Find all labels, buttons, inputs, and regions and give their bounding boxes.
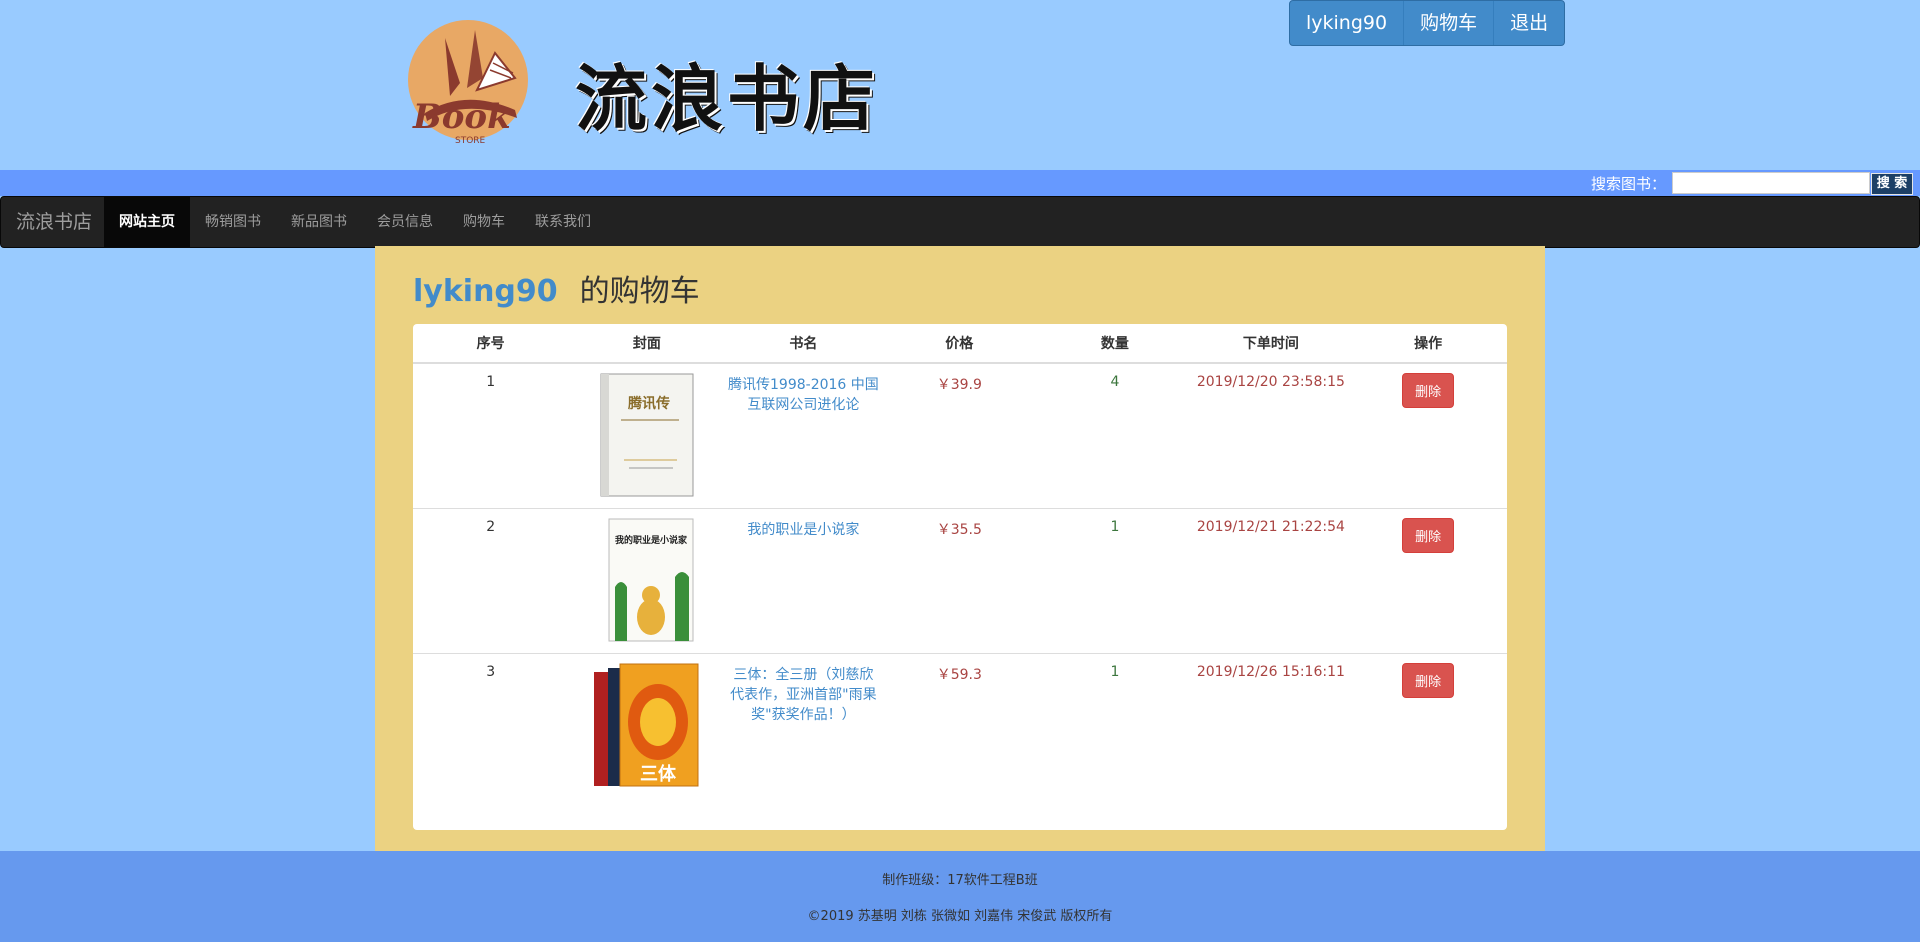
row-price: ￥39.9: [936, 377, 982, 393]
nav-item-cart[interactable]: 购物车: [448, 197, 520, 247]
nav-brand[interactable]: 流浪书店: [16, 197, 92, 247]
user-button-group: lyking90 购物车 退出: [1289, 0, 1566, 46]
nav-item-contact[interactable]: 联系我们: [520, 197, 606, 247]
cart-table-panel: 序号 封面 书名 价格 数量 下单时间 操作 1 腾讯传 腾讯传1998-201…: [413, 324, 1507, 830]
row-quantity: 1: [1037, 508, 1193, 654]
col-cover: 封面: [568, 324, 726, 364]
book-cover-image[interactable]: 我的职业是小说家: [599, 517, 695, 643]
cart-username: lyking90: [413, 274, 558, 309]
username-button[interactable]: lyking90: [1290, 1, 1405, 45]
col-action: 操作: [1349, 324, 1507, 364]
footer-class-info: 制作班级：17软件工程B班: [882, 873, 1038, 888]
table-header-row: 序号 封面 书名 价格 数量 下单时间 操作: [413, 324, 1507, 364]
row-price: ￥35.5: [881, 508, 1038, 654]
delete-button[interactable]: 删除: [1402, 663, 1455, 698]
cover-text: 腾讯传: [628, 395, 670, 412]
search-bar: 搜索图书： 搜 索: [0, 170, 1920, 196]
row-price: ￥59.3: [881, 653, 1038, 798]
logout-button[interactable]: 退出: [1494, 1, 1564, 45]
col-quantity: 数量: [1037, 324, 1193, 364]
cart-table: 序号 封面 书名 价格 数量 下单时间 操作 1 腾讯传 腾讯传1998-201…: [413, 324, 1507, 798]
nav-item-home[interactable]: 网站主页: [104, 197, 190, 247]
row-order-time: 2019/12/26 15:16:11: [1192, 653, 1350, 798]
row-order-time: 2019/12/21 21:22:54: [1192, 508, 1350, 654]
row-title: 三体：全三册（刘慈欣代表作，亚洲首部"雨果奖"获奖作品！）: [725, 653, 882, 798]
cart-title-suffix: 的购物车: [579, 274, 700, 309]
row-title: 我的职业是小说家: [725, 508, 882, 654]
row-order-time: 2019/12/20 23:58:15: [1196, 374, 1345, 390]
nav-item-bestsellers[interactable]: 畅销图书: [190, 197, 276, 247]
col-order-time: 下单时间: [1192, 324, 1350, 364]
cover-text: 三体: [640, 763, 677, 785]
row-cover: 三体: [568, 653, 726, 798]
cover-text: 我的职业是小说家: [615, 534, 688, 546]
col-title: 书名: [725, 324, 882, 364]
search-label: 搜索图书：: [1591, 175, 1667, 193]
book-cover-image[interactable]: 三体: [592, 662, 702, 788]
nav-item-new-books[interactable]: 新品图书: [276, 197, 362, 247]
table-row: 1 腾讯传 腾讯传1998-2016 中国互联网公司进化论 ￥39.9 4 20…: [413, 363, 1507, 509]
store-title: 流浪书店: [575, 57, 880, 141]
cart-title: lyking90 的购物车: [413, 266, 700, 310]
search-button[interactable]: 搜 索: [1871, 173, 1913, 195]
footer-copyright: ©2019 苏基明 刘栋 张微如 刘嘉伟 宋俊武 版权所有: [807, 909, 1113, 924]
table-row: 3 三体 三体：全三册（刘慈欣代表作，亚洲首部"雨果奖"获奖作品！） ￥59.3: [413, 653, 1507, 798]
book-store-logo[interactable]: Book STORE: [405, 18, 545, 148]
row-cover: 我的职业是小说家: [568, 508, 726, 654]
row-title: 腾讯传1998-2016 中国互联网公司进化论: [725, 363, 881, 509]
row-quantity: 4: [1110, 374, 1120, 390]
row-index: 1: [486, 374, 496, 390]
book-title-link[interactable]: 三体：全三册（刘慈欣代表作，亚洲首部"雨果奖"获奖作品！）: [730, 667, 876, 723]
site-header: Book STORE 流浪书店 lyking90 购物车 退出: [0, 0, 1920, 170]
table-row: 2 我的职业是小说家 我的职业是小说家 ￥35.5 1 2019/12/21 2…: [413, 508, 1507, 654]
site-footer: 制作班级：17软件工程B班 ©2019 苏基明 刘栋 张微如 刘嘉伟 宋俊武 版…: [0, 851, 1920, 942]
row-action: 删除: [1349, 363, 1507, 509]
col-price: 价格: [881, 324, 1038, 364]
row-action: 删除: [1349, 653, 1507, 798]
col-index: 序号: [413, 324, 569, 364]
row-action: 删除: [1349, 508, 1507, 654]
nav-items: 网站主页 畅销图书 新品图书 会员信息 购物车 联系我们: [104, 197, 606, 247]
cart-button[interactable]: 购物车: [1404, 1, 1495, 45]
book-title-link[interactable]: 我的职业是小说家: [747, 522, 859, 538]
row-index: 3: [413, 653, 569, 798]
row-index: 2: [413, 508, 569, 654]
logo-text: Book: [412, 97, 511, 137]
search-input[interactable]: [1672, 172, 1870, 194]
nav-item-member-info[interactable]: 会员信息: [362, 197, 448, 247]
main-navbar: 流浪书店 网站主页 畅销图书 新品图书 会员信息 购物车 联系我们: [0, 196, 1920, 248]
delete-button[interactable]: 删除: [1402, 373, 1455, 408]
book-cover-image[interactable]: 腾讯传: [599, 372, 695, 498]
book-title-link[interactable]: 腾讯传1998-2016 中国互联网公司进化论: [728, 377, 879, 413]
row-quantity: 1: [1037, 653, 1193, 798]
cart-content: lyking90 的购物车 序号 封面 书名 价格 数量 下单时间 操作 1 腾…: [375, 246, 1545, 851]
row-cover: 腾讯传: [568, 363, 725, 509]
delete-button[interactable]: 删除: [1402, 518, 1455, 553]
logo-subtext: STORE: [455, 136, 486, 146]
